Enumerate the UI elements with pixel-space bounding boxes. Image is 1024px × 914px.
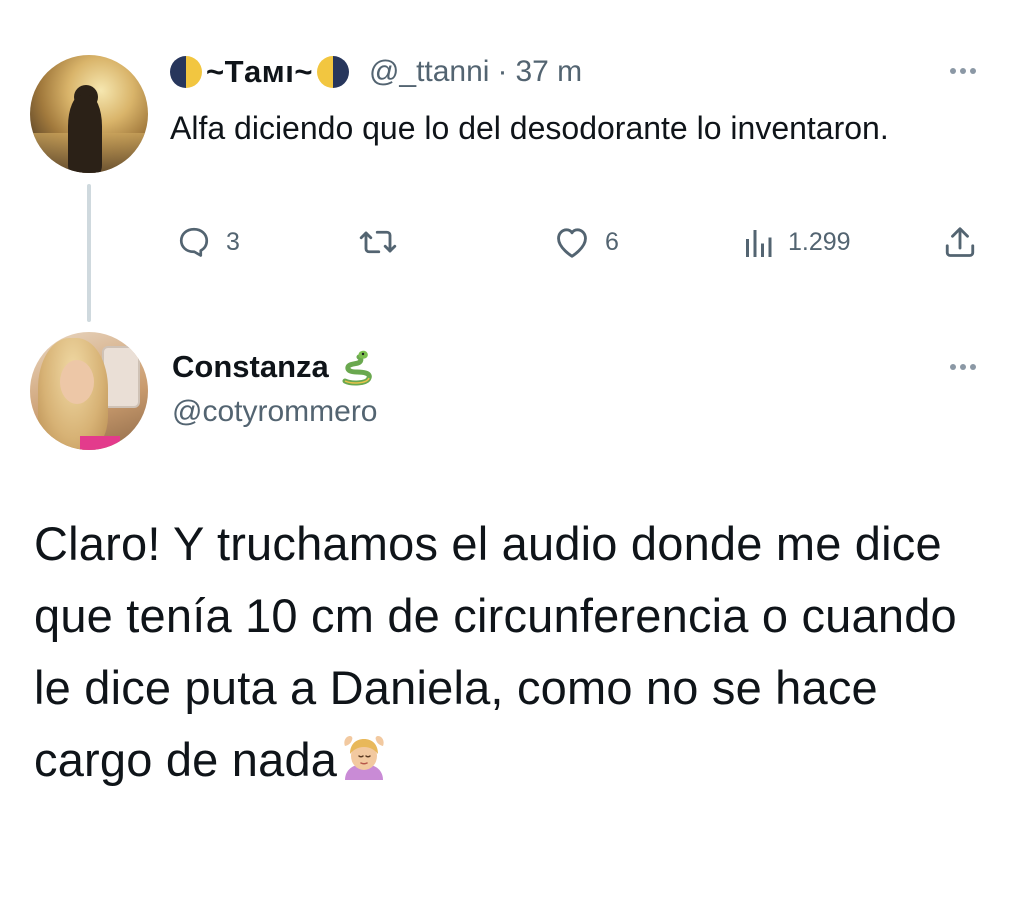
- thread-line: [87, 184, 91, 322]
- tweet1-handle[interactable]: @_ttanni: [369, 55, 490, 89]
- share-button[interactable]: [942, 222, 978, 262]
- moon-icon: [316, 56, 349, 88]
- tweet1-text: Alfa diciendo que lo del desodorante lo …: [170, 110, 889, 146]
- tweet1-display-name[interactable]: ~Tамı~: [206, 54, 313, 90]
- retweet-icon: [359, 230, 397, 254]
- like-button[interactable]: 6: [553, 222, 619, 262]
- more-icon[interactable]: [950, 68, 976, 74]
- tweet2-text: Claro! Y truchamos el audio donde me dic…: [34, 508, 994, 796]
- tweet1-timestamp[interactable]: 37 m: [515, 55, 582, 89]
- snake-icon: [342, 350, 372, 386]
- retweet-button[interactable]: [358, 222, 398, 262]
- reply-count: 3: [226, 227, 240, 256]
- share-icon: [945, 227, 975, 257]
- tweet2-avatar[interactable]: [30, 332, 148, 450]
- person-gesturing-ok-icon: [344, 736, 384, 780]
- tweet2-display-name[interactable]: Constanza: [172, 349, 329, 385]
- views-button[interactable]: 1.299: [742, 222, 851, 262]
- views-icon: [746, 230, 772, 257]
- tweet2-header: Constanza: [172, 344, 375, 390]
- moon-icon: [170, 56, 202, 88]
- separator-dot: ·: [497, 55, 508, 88]
- tweet1-header: ~Tамı~ @_ttanni · 37 m: [170, 44, 582, 100]
- like-count: 6: [605, 227, 619, 256]
- views-count: 1.299: [788, 227, 851, 256]
- more-icon[interactable]: [950, 364, 976, 370]
- reply-button[interactable]: 3: [176, 222, 240, 262]
- avatar-silhouette-detail: [68, 95, 102, 173]
- tweet2-text-body: Claro! Y truchamos el audio donde me dic…: [34, 517, 957, 786]
- like-icon: [557, 228, 587, 258]
- avatar-face-detail: [60, 360, 94, 404]
- reply-icon: [179, 227, 209, 257]
- avatar-clothing-detail: [80, 436, 120, 450]
- tweet1-avatar[interactable]: [30, 55, 148, 173]
- tweet2-handle[interactable]: @cotyrommero: [172, 395, 378, 429]
